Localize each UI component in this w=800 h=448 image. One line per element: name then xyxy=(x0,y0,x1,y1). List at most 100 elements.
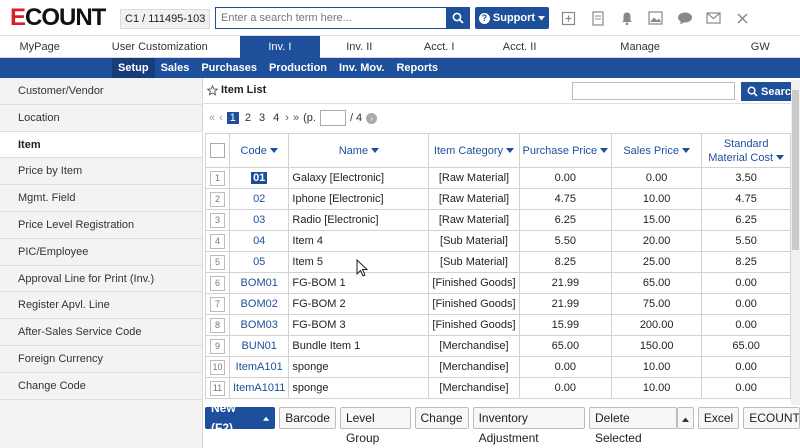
sidebar-item-mgmt-field[interactable]: Mgmt. Field xyxy=(0,185,202,212)
col-standard-material-cost[interactable]: Standard Material Cost xyxy=(701,133,792,168)
change-button[interactable]: Change xyxy=(414,407,469,429)
item-code-link-cell[interactable]: ItemA1011 xyxy=(228,377,290,399)
sidebar-item-item[interactable]: Item xyxy=(0,131,202,159)
item-code-link[interactable]: BUN01 xyxy=(241,340,276,352)
table-row[interactable]: 7 BOM02 FG-BOM 2 [Finished Goods] 21.99 75.00… xyxy=(205,293,792,315)
table-row[interactable]: 2 02 Iphone [Electronic] [Raw Material] 4.75… xyxy=(205,188,792,210)
sidebar-item-after-sales-service-code[interactable]: After-Sales Service Code xyxy=(0,319,202,346)
item-code-link-cell[interactable]: 02 xyxy=(228,188,290,210)
page-2[interactable]: 2 xyxy=(243,112,253,124)
delete-selected-button[interactable]: Delete Selected xyxy=(588,407,677,445)
sidebar-item-customer-vendor[interactable]: Customer/Vendor xyxy=(0,78,202,105)
global-search-input[interactable] xyxy=(215,7,447,29)
scrollbar-thumb[interactable] xyxy=(792,90,799,250)
sidebar-item-price-by-item[interactable]: Price by Item xyxy=(0,158,202,186)
col-purchase-price[interactable]: Purchase Price xyxy=(518,133,613,168)
bell-icon[interactable] xyxy=(618,10,635,26)
table-row[interactable]: 6 BOM01 FG-BOM 1 [Finished Goods] 21.99 65.00… xyxy=(205,272,792,294)
mail-icon[interactable] xyxy=(705,10,722,26)
subtab-purchases[interactable]: Purchases xyxy=(195,58,263,78)
page-3[interactable]: 3 xyxy=(257,112,267,124)
ecount-logo[interactable]: ECOUNT xyxy=(10,6,114,30)
global-search-button[interactable] xyxy=(446,7,470,29)
next-page-icon[interactable]: › xyxy=(285,112,289,124)
ecount-v-button[interactable]: ECOUNT V xyxy=(743,407,800,429)
delete-options-button[interactable] xyxy=(676,407,694,429)
tab-mypage[interactable]: MyPage xyxy=(0,36,79,58)
sidebar-item-foreign-currency[interactable]: Foreign Currency xyxy=(0,345,202,373)
item-code-link[interactable]: 01 xyxy=(251,172,268,184)
tab-inv-2[interactable]: Inv. II xyxy=(320,36,399,58)
table-row[interactable]: 9 BUN01 Bundle Item 1 [Merchandise] 65.00 150… xyxy=(205,335,792,357)
item-code-link-cell[interactable]: BOM02 xyxy=(228,293,290,315)
table-row[interactable]: 3 03 Radio [Electronic] [Raw Material] 6.25 1… xyxy=(205,209,792,231)
first-page-icon[interactable]: « xyxy=(209,112,215,124)
item-code-link[interactable]: 02 xyxy=(253,193,265,205)
table-row[interactable]: 4 04 Item 4 [Sub Material] 5.50 20.00 5.50 xyxy=(205,230,792,252)
table-row[interactable]: 10 ItemA101 sponge [Merchandise] 0.00 10.00 0.… xyxy=(205,356,792,378)
close-icon[interactable] xyxy=(734,10,751,26)
subtab-inv-mov[interactable]: Inv. Mov. xyxy=(333,58,390,78)
subtab-reports[interactable]: Reports xyxy=(390,58,444,78)
subtab-sales[interactable]: Sales xyxy=(155,58,196,78)
sidebar-item-location[interactable]: Location xyxy=(0,104,202,132)
image-icon[interactable] xyxy=(647,10,664,26)
item-code-link[interactable]: ItemA1011 xyxy=(233,382,285,394)
table-row[interactable]: 1 01 Galaxy [Electronic] [Raw Material] 0.00… xyxy=(205,167,792,189)
tab-gw[interactable]: GW xyxy=(721,36,800,58)
col-name[interactable]: Name xyxy=(288,133,430,168)
sidebar-item-pic-employee[interactable]: PIC/Employee xyxy=(0,238,202,266)
item-code-link[interactable]: 04 xyxy=(253,235,265,247)
item-code-link-cell[interactable]: 05 xyxy=(228,251,290,273)
col-code[interactable]: Code xyxy=(228,133,290,168)
tab-manage[interactable]: Manage xyxy=(560,36,721,58)
tab-acct-1[interactable]: Acct. I xyxy=(399,36,479,58)
item-code-link[interactable]: 03 xyxy=(253,214,265,226)
company-code[interactable]: C1 / 111495-103 xyxy=(120,9,210,29)
tab-inv-1[interactable]: Inv. I xyxy=(240,36,320,58)
col-item-category[interactable]: Item Category xyxy=(428,133,520,168)
item-code-link[interactable]: BOM03 xyxy=(241,319,278,331)
item-code-link[interactable]: 05 xyxy=(253,256,265,268)
prev-page-icon[interactable]: ‹ xyxy=(219,112,223,124)
item-code-link-cell[interactable]: BOM03 xyxy=(228,314,290,336)
last-page-icon[interactable]: » xyxy=(293,112,299,124)
star-icon[interactable] xyxy=(207,84,218,96)
item-code-link-cell[interactable]: 03 xyxy=(228,209,290,231)
go-page-icon[interactable]: › xyxy=(366,112,378,124)
chevron-up-icon[interactable] xyxy=(263,416,270,421)
item-code-link-cell[interactable]: 04 xyxy=(228,230,290,252)
excel-button[interactable]: Excel xyxy=(697,407,740,429)
vertical-scrollbar[interactable] xyxy=(791,80,800,405)
item-code-link-cell[interactable]: ItemA101 xyxy=(228,356,290,378)
document-icon[interactable] xyxy=(589,10,606,26)
item-code-link-cell[interactable]: BUN01 xyxy=(228,335,290,357)
new-window-icon[interactable] xyxy=(560,10,577,26)
item-code-link-cell[interactable]: 01 xyxy=(228,167,290,189)
inventory-adjustment-button[interactable]: Inventory Adjustment xyxy=(472,407,585,445)
subtab-production[interactable]: Production xyxy=(263,58,333,78)
sidebar-item-register-apvl-line[interactable]: Register Apvl. Line xyxy=(0,292,202,320)
col-sales-price[interactable]: Sales Price xyxy=(611,133,703,168)
item-code-link[interactable]: BOM01 xyxy=(241,277,278,289)
level-group-button[interactable]: Level Group xyxy=(339,407,411,445)
support-button[interactable]: ? Support xyxy=(475,7,549,29)
table-row[interactable]: 11 ItemA1011 sponge [Merchandise] 0.00 10.00 0… xyxy=(205,377,792,399)
tab-acct-2[interactable]: Acct. II xyxy=(479,36,559,58)
tab-user-customization[interactable]: User Customization xyxy=(79,36,240,58)
barcode-button[interactable]: Barcode xyxy=(279,407,336,429)
sidebar-item-change-code[interactable]: Change Code xyxy=(0,372,202,400)
page-1[interactable]: 1 xyxy=(226,112,239,124)
subtab-setup[interactable]: Setup xyxy=(112,58,155,78)
item-search-input[interactable] xyxy=(572,82,735,100)
table-row[interactable]: 8 BOM03 FG-BOM 3 [Finished Goods] 15.99 200.0… xyxy=(205,314,792,336)
new-button[interactable]: New (F2) xyxy=(205,401,276,435)
item-code-link[interactable]: ItemA101 xyxy=(236,361,283,373)
sidebar-item-approval-line-print[interactable]: Approval Line for Print (Inv.) xyxy=(0,265,202,293)
page-4[interactable]: 4 xyxy=(271,112,281,124)
chat-icon[interactable] xyxy=(676,10,693,26)
item-code-link[interactable]: BOM02 xyxy=(241,298,278,310)
sidebar-item-price-level-registration[interactable]: Price Level Registration xyxy=(0,211,202,239)
item-code-link-cell[interactable]: BOM01 xyxy=(228,272,290,294)
page-number-input[interactable] xyxy=(319,110,346,126)
